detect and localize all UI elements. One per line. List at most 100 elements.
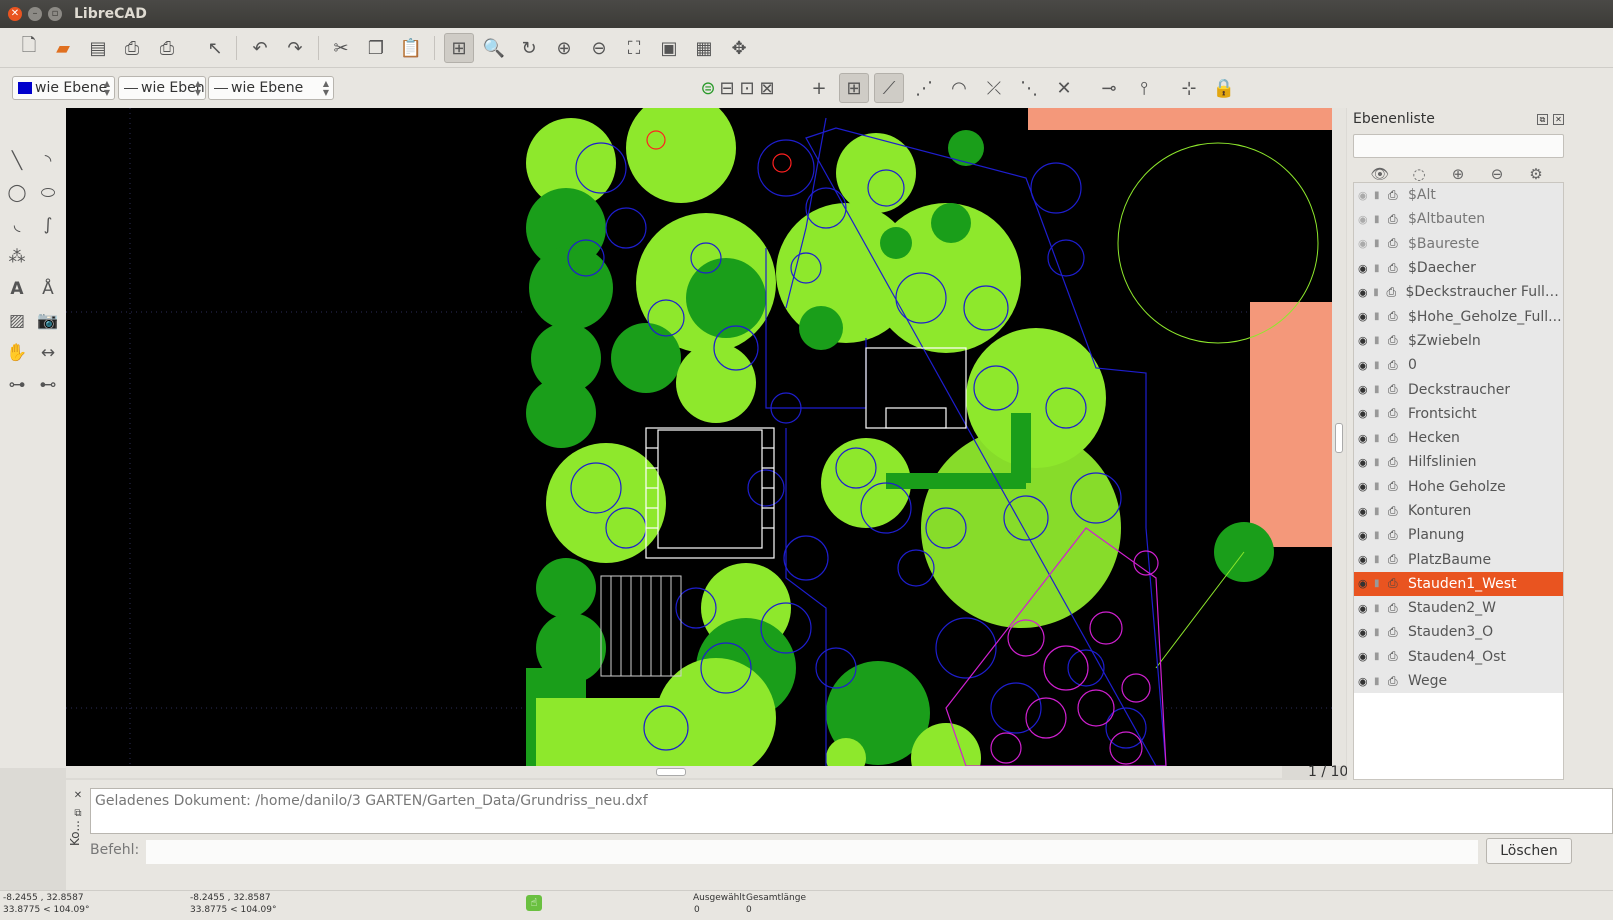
eye-icon[interactable]: ◉ — [1358, 359, 1374, 372]
printer-icon[interactable]: ⎙ — [1388, 382, 1408, 397]
zoom-out-icon[interactable]: ⊖ — [584, 33, 614, 63]
layer-row[interactable]: ◉ ▮ ⎙ $Hohe_Geholze_Full... — [1354, 304, 1563, 329]
lock-icon[interactable]: ▮ — [1374, 530, 1388, 541]
printer-icon[interactable]: ⎙ — [1388, 236, 1408, 251]
layer-row[interactable]: ◉ ▮ ⎙ Hilfslinien — [1354, 450, 1563, 475]
lock-icon[interactable]: ▮ — [1374, 263, 1388, 274]
eye-icon[interactable]: ◉ — [1358, 213, 1374, 226]
printer-icon[interactable]: ⎙ — [1388, 601, 1408, 616]
eye-icon[interactable]: ◉ — [1358, 262, 1374, 275]
lock-icon[interactable]: ▮ — [1374, 238, 1388, 249]
lock-icon[interactable]: ▮ — [1374, 651, 1388, 662]
eye-icon[interactable]: ◉ — [1358, 407, 1374, 420]
close-command-icon[interactable]: ✕ — [72, 790, 84, 802]
lock-icon[interactable]: ▮ — [1374, 311, 1388, 322]
eye-icon[interactable]: ◉ — [1358, 237, 1374, 250]
save-icon[interactable]: ▤ — [83, 33, 113, 63]
vertical-scrollbar[interactable] — [1332, 108, 1346, 766]
line-tool-icon[interactable]: ╲ — [2, 146, 32, 176]
layer-row[interactable]: ◉ ▮ ⎙ Deckstraucher — [1354, 377, 1563, 402]
snap-center-icon[interactable]: ◠ — [944, 73, 974, 103]
eye-icon[interactable]: ◉ — [1358, 675, 1374, 688]
paste-icon[interactable]: 📋 — [396, 33, 426, 63]
circle-tool-icon[interactable]: ◯ — [2, 178, 32, 208]
printer-icon[interactable]: ⎙ — [1388, 479, 1408, 494]
printer-icon[interactable]: ⎙ — [1388, 576, 1408, 591]
printer-icon[interactable]: ⎙ — [1388, 431, 1408, 446]
lock-icon[interactable]: ▮ — [1374, 384, 1388, 395]
horizontal-scrollbar[interactable] — [66, 766, 1282, 778]
dimension-tool-icon[interactable]: ↔ — [33, 338, 63, 368]
layer-row[interactable]: ◉ ▮ ⎙ $Baureste — [1354, 231, 1563, 256]
redraw-icon[interactable]: ↻ — [514, 33, 544, 63]
layer-row[interactable]: ◉ ▮ ⎙ $Deckstraucher Fullung — [1354, 280, 1563, 305]
eye-icon[interactable]: ◉ — [1358, 189, 1374, 202]
layer-row[interactable]: ◉ ▮ ⎙ Stauden3_O — [1354, 620, 1563, 645]
lock-icon[interactable]: ▮ — [1374, 554, 1388, 565]
layer-row[interactable]: ◉ ▮ ⎙ Frontsicht — [1354, 401, 1563, 426]
lock-icon[interactable]: ▮ — [1374, 408, 1388, 419]
pen-color-select[interactable]: wie Ebene ▲ ▼ — [12, 76, 115, 100]
float-command-icon[interactable]: ⧉ — [72, 808, 84, 820]
snap-middle-icon[interactable]: ⤫ — [979, 73, 1009, 103]
eye-icon[interactable]: ◉ — [1358, 626, 1374, 639]
scroll-thumb[interactable] — [656, 768, 686, 776]
garden-floorplan[interactable] — [66, 108, 1332, 766]
pen-linewidth-select[interactable]: wie Ebene ▲ ▼ — [208, 76, 334, 100]
eye-icon[interactable]: ◉ — [1358, 480, 1374, 493]
crosshair-icon[interactable]: + — [804, 73, 834, 103]
lock-icon[interactable]: ▮ — [1374, 506, 1388, 517]
eye-icon[interactable]: ◉ — [1358, 432, 1374, 445]
layer-row[interactable]: ◉ ▮ ⎙ Stauden4_Ost — [1354, 644, 1563, 669]
block-tool-icon[interactable]: ⊶ — [2, 370, 32, 400]
spline-tool-icon[interactable]: ∫ — [33, 210, 63, 240]
text-tool-icon[interactable]: A — [2, 274, 32, 304]
layer-row[interactable]: ◉ ▮ ⎙ PlatzBaume — [1354, 547, 1563, 572]
clear-history-button[interactable]: Löschen — [1486, 838, 1572, 864]
layer-row[interactable]: ◉ ▮ ⎙ Planung — [1354, 523, 1563, 548]
lock-icon[interactable]: ▮ — [1374, 457, 1388, 468]
printer-icon[interactable]: ⎙ — [1388, 649, 1408, 664]
layer-row[interactable]: ◉ ▮ ⎙ Stauden2_W — [1354, 596, 1563, 621]
command-input[interactable] — [146, 840, 1478, 864]
printer-icon[interactable]: ⎙ — [1388, 212, 1408, 227]
eye-icon[interactable]: ◉ — [1358, 577, 1374, 590]
dimension-text-icon[interactable]: Å — [33, 274, 63, 304]
drawing-canvas[interactable] — [66, 108, 1332, 766]
float-dock-icon[interactable]: ⧉ — [1537, 114, 1548, 125]
close-dock-icon[interactable]: ✕ — [1553, 114, 1564, 125]
printer-icon[interactable]: ⎙ — [1388, 504, 1408, 519]
undo-icon[interactable]: ↶ — [245, 33, 275, 63]
eye-icon[interactable]: ◉ — [1358, 553, 1374, 566]
eye-icon[interactable]: ◉ — [1358, 650, 1374, 663]
printer-icon[interactable]: ⎙ — [1388, 309, 1408, 324]
zoom-pan-icon[interactable]: 🔍 — [479, 33, 509, 63]
layer-row[interactable]: ◉ ▮ ⎙ $Altbauten — [1354, 207, 1563, 232]
hatch-tool-icon[interactable]: ▨ — [2, 306, 32, 336]
lock-icon[interactable]: ▮ — [1374, 214, 1388, 225]
minimize-window-button[interactable]: – — [28, 7, 42, 21]
print-icon[interactable]: ⎙ — [117, 33, 147, 63]
polyline-tool-icon[interactable]: ◟ — [2, 210, 32, 240]
layer-row[interactable]: ◉ ▮ ⎙ Konturen — [1354, 498, 1563, 524]
layer-row[interactable]: ◉ ▮ ⎙ $Zwiebeln — [1354, 328, 1563, 354]
eye-icon[interactable]: ◉ — [1358, 602, 1374, 615]
scroll-thumb[interactable] — [1335, 423, 1343, 453]
select-pointer-icon[interactable]: ↖ — [200, 33, 230, 63]
lock-icon[interactable]: ▮ — [1374, 578, 1388, 589]
eye-icon[interactable]: ◉ — [1358, 505, 1374, 518]
layer-row[interactable]: ◉ ▮ ⎙ Stauden1_West — [1354, 571, 1563, 597]
printer-icon[interactable]: ⎙ — [1388, 406, 1408, 421]
lock-icon[interactable]: ▮ — [1373, 287, 1386, 298]
print-preview-icon[interactable]: ⎙ — [152, 33, 182, 63]
eye-icon[interactable]: ◉ — [1358, 456, 1374, 469]
new-icon[interactable]: 🗋 — [14, 33, 44, 63]
lock-icon[interactable]: ▮ — [1374, 360, 1388, 371]
zoom-previous-icon[interactable]: ▣ — [654, 33, 684, 63]
printer-icon[interactable]: ⎙ — [1388, 333, 1408, 348]
grid-icon[interactable]: ⊞ — [444, 33, 474, 63]
layer-row[interactable]: ◉ ▮ ⎙ $Alt — [1354, 183, 1563, 208]
zoom-in-icon[interactable]: ⊕ — [549, 33, 579, 63]
zoom-auto-icon[interactable]: ⛶ — [619, 33, 649, 63]
modify-tool-icon[interactable]: ✋ — [2, 338, 32, 368]
